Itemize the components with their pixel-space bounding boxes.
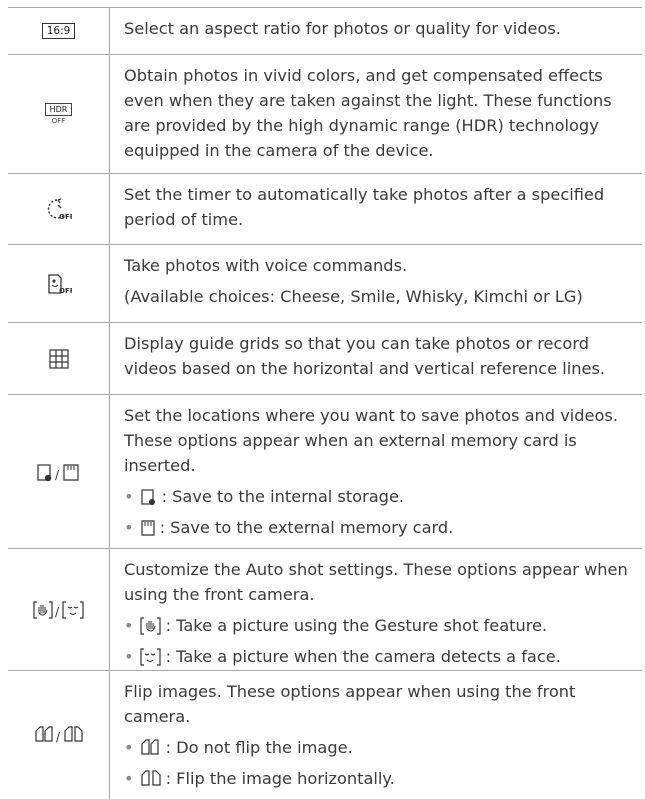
gesture-shot-icon [139,616,161,635]
bullet-text: : Take a picture using the Gesture shot … [165,616,548,635]
icon-cell [8,323,110,394]
description-text: Set the locations where you want to save… [124,406,619,475]
description-cell: Customize the Auto shot settings. These … [110,549,642,670]
description-text: Flip images. These options appear when u… [124,682,576,726]
table-row: OFF Take photos with voice commands. (Av… [8,245,642,323]
description-text: Display guide grids so that you can take… [124,334,606,378]
description-cell: Flip images. These options appear when u… [110,671,642,799]
description-text: Customize the Auto shot settings. These … [124,560,628,604]
bullet-text: : Take a picture when the camera detects… [165,647,561,666]
description-text: Take photos with voice commands. [124,256,408,275]
description-text: Obtain photos in vivid colors, and get c… [124,66,612,160]
bullet-text: : Save to the internal storage. [161,487,405,506]
icon-cell: OFF [8,174,110,244]
icon-cell: OFF [8,245,110,322]
grid-icon [48,348,69,369]
voice-shutter-off-icon: OFF [47,273,72,295]
icon-cell: / [8,671,110,799]
table-row: Display guide grids so that you can take… [8,323,642,395]
svg-text:/: / [55,605,60,619]
description-cell: Set the locations where you want to save… [110,395,642,548]
description-cell: Obtain photos in vivid colors, and get c… [110,55,642,173]
icon-cell: / [8,395,110,548]
bullet-text: : Do not flip the image. [165,738,353,757]
list-item: • : Take a picture when the camera detec… [124,644,636,669]
list-item: • : Save to the internal storage. [124,484,636,509]
no-flip-icon [140,738,159,755]
internal-storage-icon [140,488,155,505]
camera-settings-table: 16:9 Select an aspect ratio for photos o… [8,7,642,799]
face-detect-icon [139,647,161,666]
list-item: • : Take a picture using the Gesture sho… [124,613,636,638]
timer-off-icon: OFF [47,198,72,221]
description-cell: Select an aspect ratio for photos or qua… [110,8,642,54]
list-item: • : Do not flip the image. [124,735,636,760]
description-cell: Set the timer to automatically take phot… [110,174,642,244]
svg-text:/: / [56,730,61,744]
auto-shot-icon: / [32,600,84,619]
description-text: Set the timer to automatically take phot… [124,185,605,229]
table-row: HDR OFF Obtain photos in vivid colors, a… [8,55,642,174]
bullet-text: : Save to the external memory card. [159,518,454,537]
bullet-text: : Flip the image horizontally. [165,769,395,788]
table-row: OFF Set the timer to automatically take … [8,174,642,245]
hdr-icon-label: HDR [44,102,73,116]
list-item: • : Save to the external memory card. [124,515,636,540]
table-row: / Flip images. These options appear when… [8,671,642,799]
table-row: / Customize the Auto shot settings. Thes… [8,549,642,671]
svg-text:/: / [55,468,60,482]
flip-icon: / [34,726,83,744]
svg-text:OFF: OFF [59,287,72,295]
icon-cell: HDR OFF [8,55,110,173]
aspect-ratio-icon: 16:9 [41,23,76,39]
list-item: • : Flip the image horizontally. [124,766,636,791]
hdr-icon-sublabel: OFF [51,116,66,125]
icon-cell: / [8,549,110,670]
description-cell: Take photos with voice commands. (Availa… [110,245,642,322]
memory-card-icon [140,519,155,536]
description-text: Select an aspect ratio for photos or qua… [124,19,561,38]
table-row: 16:9 Select an aspect ratio for photos o… [8,7,642,55]
hdr-off-icon: HDR OFF [44,102,73,126]
storage-icon: / [36,463,79,482]
icon-cell: 16:9 [8,8,110,54]
description-text: (Available choices: Cheese, Smile, Whisk… [124,287,583,306]
table-row: / Set the locations where you want to sa… [8,395,642,549]
svg-text:OFF: OFF [59,213,72,221]
description-cell: Display guide grids so that you can take… [110,323,642,394]
